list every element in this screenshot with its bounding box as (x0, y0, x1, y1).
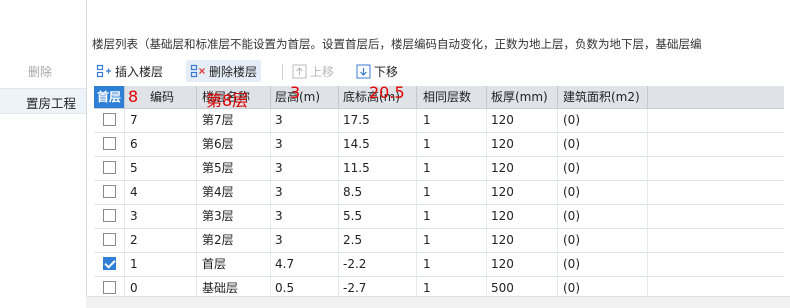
table-row[interactable]: 7 第7层 3 17.5 1 120 (0) (94, 109, 784, 133)
floor-list-notice: 楼层列表（基础层和标准层不能设置为首层。设置首层后，楼层编码自动变化，正数为地上… (92, 37, 702, 51)
header-first-floor[interactable]: 首层 (94, 86, 124, 108)
first-floor-checkbox[interactable] (103, 137, 116, 150)
table-row[interactable]: 5 第5层 3 11.5 1 120 (0) (94, 157, 784, 181)
cell-height[interactable]: 3 (275, 205, 283, 228)
header-slab-thickness[interactable]: 板厚(mm) (491, 86, 548, 108)
header-bottom-elevation[interactable]: 底标高(m) (343, 86, 400, 108)
cell-slab[interactable]: 120 (491, 253, 514, 276)
first-floor-checkbox[interactable] (103, 257, 116, 270)
cell-height[interactable]: 3 (275, 229, 283, 252)
first-floor-checkbox[interactable] (103, 281, 116, 294)
insert-floor-button[interactable]: 插入楼层 (96, 60, 163, 82)
toolbar-separator (282, 64, 283, 80)
cell-code[interactable]: 7 (130, 109, 138, 132)
project-tree-item-label: 置房工程 (26, 96, 77, 111)
cell-height[interactable]: 3 (275, 133, 283, 156)
first-floor-checkbox[interactable] (103, 233, 116, 246)
cell-bottom-elev[interactable]: 2.5 (343, 229, 362, 252)
table-row[interactable]: 6 第6层 3 14.5 1 120 (0) (94, 133, 784, 157)
cell-same-count[interactable]: 1 (423, 181, 431, 204)
header-height[interactable]: 层高(m) (275, 86, 320, 108)
cell-code[interactable]: 6 (130, 133, 138, 156)
cell-slab[interactable]: 120 (491, 157, 514, 180)
cell-code[interactable]: 1 (130, 253, 138, 276)
cell-height[interactable]: 3 (275, 157, 283, 180)
cell-code[interactable]: 4 (130, 181, 138, 204)
cell-same-count[interactable]: 1 (423, 109, 431, 132)
cell-same-count[interactable]: 1 (423, 157, 431, 180)
arrow-up-icon (292, 64, 307, 78)
left-panel: 删除 置房工程 (0, 0, 87, 307)
cell-height[interactable]: 3 (275, 181, 283, 204)
delete-floor-icon (190, 64, 205, 78)
horizontal-scrollbar[interactable] (86, 296, 790, 308)
floor-toolbar: 插入楼层 删除楼层 上移 下移 (86, 58, 790, 84)
cell-area[interactable]: (0) (563, 157, 580, 180)
cell-name[interactable]: 首层 (202, 253, 226, 276)
cell-name[interactable]: 第6层 (202, 133, 234, 156)
cell-bottom-elev[interactable]: 11.5 (343, 157, 370, 180)
move-down-label: 下移 (374, 64, 399, 79)
cell-slab[interactable]: 120 (491, 205, 514, 228)
cell-slab[interactable]: 120 (491, 133, 514, 156)
insert-floor-label: 插入楼层 (115, 64, 164, 79)
arrow-down-icon (356, 64, 371, 78)
cell-same-count[interactable]: 1 (423, 229, 431, 252)
insert-floor-icon (96, 64, 111, 78)
table-row[interactable]: 3 第3层 3 5.5 1 120 (0) (94, 205, 784, 229)
cell-code[interactable]: 2 (130, 229, 138, 252)
cell-area[interactable]: (0) (563, 205, 580, 228)
cell-bottom-elev[interactable]: -2.2 (343, 253, 366, 276)
move-up-label: 上移 (310, 64, 335, 79)
cell-slab[interactable]: 120 (491, 181, 514, 204)
first-floor-checkbox[interactable] (103, 161, 116, 174)
header-code[interactable]: 编码 (150, 86, 174, 108)
cell-same-count[interactable]: 1 (423, 205, 431, 228)
cell-name[interactable]: 第2层 (202, 229, 234, 252)
cell-area[interactable]: (0) (563, 109, 580, 132)
table-body: 7 第7层 3 17.5 1 120 (0) 6 第6层 3 14.5 1 120 (0) 5 第5层 3 11.… (94, 109, 784, 301)
cell-name[interactable]: 第5层 (202, 157, 234, 180)
table-row[interactable]: 2 第2层 3 2.5 1 120 (0) (94, 229, 784, 253)
delete-floor-label: 删除楼层 (209, 64, 258, 79)
first-floor-checkbox[interactable] (103, 113, 116, 126)
cell-name[interactable]: 第7层 (202, 109, 234, 132)
overlay-code: 8 (128, 87, 139, 106)
cell-bottom-elev[interactable]: 17.5 (343, 109, 370, 132)
cell-height[interactable]: 3 (275, 109, 283, 132)
first-floor-checkbox[interactable] (103, 209, 116, 222)
cell-code[interactable]: 3 (130, 205, 138, 228)
cell-bottom-elev[interactable]: 14.5 (343, 133, 370, 156)
table-row[interactable]: 1 首层 4.7 -2.2 1 120 (0) (94, 253, 784, 277)
delete-floor-button[interactable]: 删除楼层 (186, 60, 262, 82)
move-up-button[interactable]: 上移 (292, 60, 334, 82)
cell-area[interactable]: (0) (563, 133, 580, 156)
table-row[interactable]: 4 第4层 3 8.5 1 120 (0) (94, 181, 784, 205)
header-same-count[interactable]: 相同层数 (423, 86, 471, 108)
project-tree-item[interactable]: 置房工程 (0, 88, 86, 114)
cell-code[interactable]: 5 (130, 157, 138, 180)
header-name[interactable]: 楼层名称 (202, 86, 250, 108)
cell-area[interactable]: (0) (563, 229, 580, 252)
cell-slab[interactable]: 120 (491, 229, 514, 252)
cell-same-count[interactable]: 1 (423, 133, 431, 156)
cell-slab[interactable]: 120 (491, 109, 514, 132)
cell-bottom-elev[interactable]: 8.5 (343, 181, 362, 204)
first-floor-checkbox[interactable] (103, 185, 116, 198)
cell-same-count[interactable]: 1 (423, 253, 431, 276)
left-delete-button[interactable]: 删除 (28, 63, 52, 80)
table-header: 首层 编码 楼层名称 层高(m) 底标高(m) 相同层数 板厚(mm) 建筑面积… (94, 83, 784, 110)
header-building-area[interactable]: 建筑面积(m2) (563, 86, 640, 108)
floor-table: 首层 编码 楼层名称 层高(m) 底标高(m) 相同层数 板厚(mm) 建筑面积… (94, 83, 784, 301)
cell-area[interactable]: (0) (563, 181, 580, 204)
move-down-button[interactable]: 下移 (356, 60, 398, 82)
cell-name[interactable]: 第3层 (202, 205, 234, 228)
cell-height[interactable]: 4.7 (275, 253, 294, 276)
cell-bottom-elev[interactable]: 5.5 (343, 205, 362, 228)
cell-area[interactable]: (0) (563, 253, 580, 276)
cell-name[interactable]: 第4层 (202, 181, 234, 204)
